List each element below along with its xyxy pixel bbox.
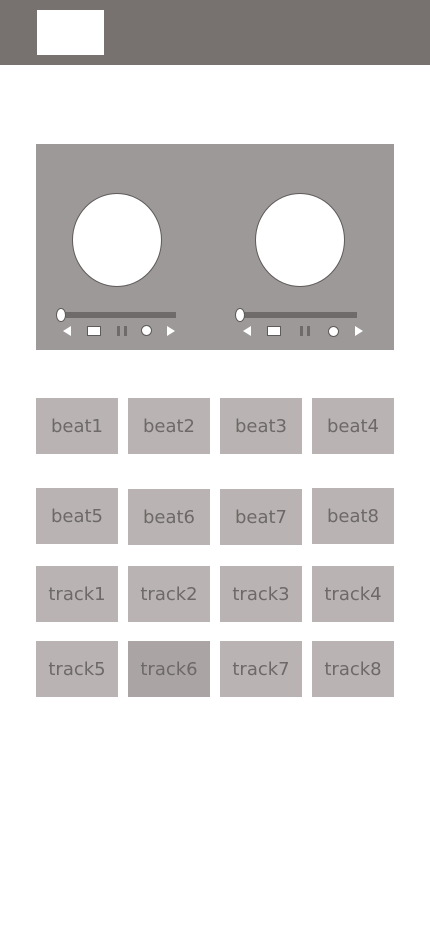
- right-slider-knob[interactable]: [235, 308, 245, 322]
- stop-icon[interactable]: [87, 326, 101, 336]
- stop-icon[interactable]: [267, 326, 281, 336]
- previous-icon[interactable]: [63, 326, 71, 336]
- app-header: [0, 0, 430, 65]
- right-turntable[interactable]: [255, 193, 345, 287]
- beat-pad-7[interactable]: beat7: [220, 489, 302, 545]
- track-pad-4[interactable]: track4: [312, 566, 394, 622]
- beat-pad-4[interactable]: beat4: [312, 398, 394, 454]
- right-pitch-slider[interactable]: [241, 312, 357, 318]
- left-slider-knob[interactable]: [56, 308, 66, 322]
- left-turntable[interactable]: [72, 193, 162, 287]
- beat-pad-3[interactable]: beat3: [220, 398, 302, 454]
- logo[interactable]: [37, 10, 104, 55]
- track-pad-3[interactable]: track3: [220, 566, 302, 622]
- play-icon[interactable]: [355, 326, 363, 336]
- left-pitch-slider[interactable]: [60, 312, 176, 318]
- previous-icon[interactable]: [243, 326, 251, 336]
- track-pad-6[interactable]: track6: [128, 641, 210, 697]
- dj-deck: [36, 144, 394, 350]
- beat-pad-1[interactable]: beat1: [36, 398, 118, 454]
- beat-pad-5[interactable]: beat5: [36, 488, 118, 544]
- track-pad-7[interactable]: track7: [220, 641, 302, 697]
- track-pad-8[interactable]: track8: [312, 641, 394, 697]
- pause-icon[interactable]: [299, 326, 311, 336]
- record-icon[interactable]: [141, 325, 152, 336]
- beat-pad-8[interactable]: beat8: [312, 488, 394, 544]
- play-icon[interactable]: [167, 326, 175, 336]
- record-icon[interactable]: [328, 326, 339, 337]
- pause-icon[interactable]: [116, 326, 128, 336]
- track-pad-5[interactable]: track5: [36, 641, 118, 697]
- beat-pad-6[interactable]: beat6: [128, 489, 210, 545]
- track-pad-1[interactable]: track1: [36, 566, 118, 622]
- track-pad-2[interactable]: track2: [128, 566, 210, 622]
- beat-pad-2[interactable]: beat2: [128, 398, 210, 454]
